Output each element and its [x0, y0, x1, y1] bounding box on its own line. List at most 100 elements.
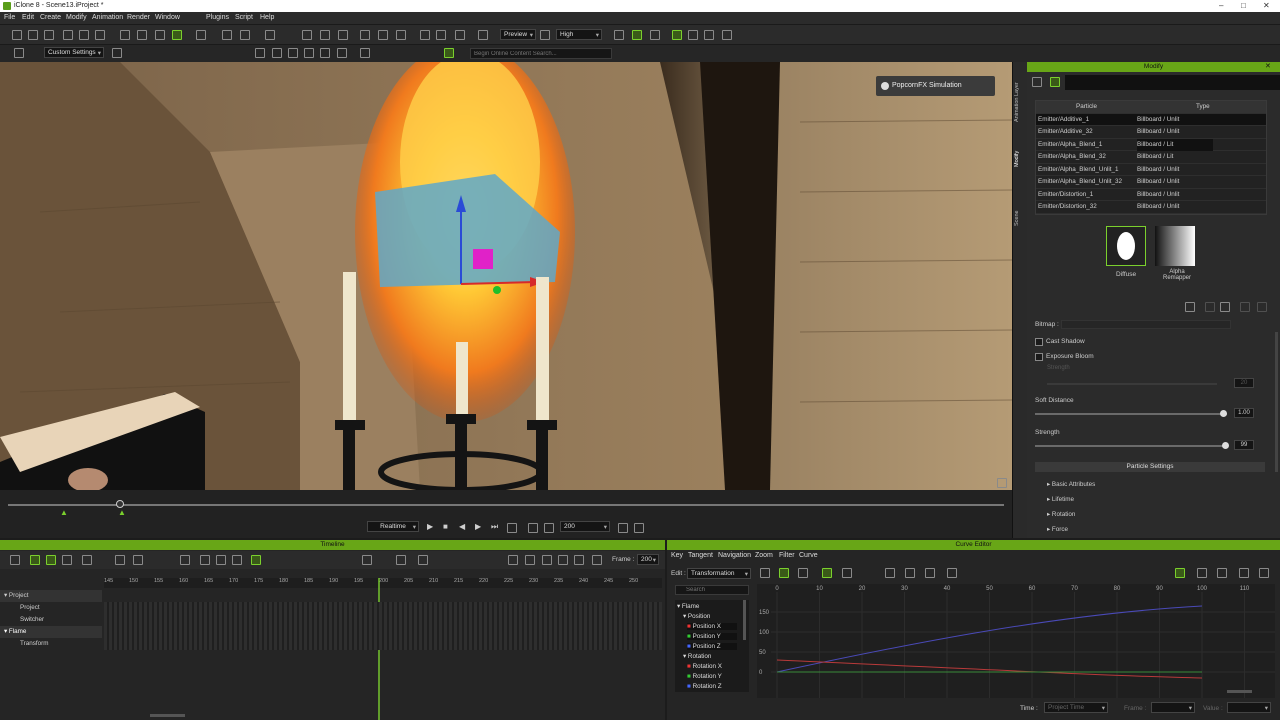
- range-end-marker[interactable]: ▲: [118, 508, 126, 517]
- tab-modify[interactable]: Modify: [1014, 143, 1025, 167]
- collapse-icon[interactable]: [82, 555, 92, 565]
- cast-shadow-checkbox[interactable]: [1035, 338, 1043, 346]
- menu-edit[interactable]: Edit: [22, 14, 34, 21]
- timeline-frame-field[interactable]: 200: [637, 554, 659, 565]
- tool-d-icon[interactable]: [304, 48, 314, 58]
- settings-basic-attributes[interactable]: ▸ Basic Attributes: [1047, 481, 1095, 488]
- tl-stop-icon[interactable]: [525, 555, 535, 565]
- panel-close-icon[interactable]: ✕: [1265, 62, 1271, 70]
- script-icon[interactable]: [704, 30, 714, 40]
- tl-end-icon[interactable]: [574, 555, 584, 565]
- tree-scrollbar[interactable]: [743, 600, 746, 640]
- transition-icon[interactable]: [251, 555, 261, 565]
- new-icon[interactable]: [12, 30, 22, 40]
- time-scrubber-handle[interactable]: [116, 500, 124, 508]
- 3d-viewport[interactable]: PopcornFX Simulation: [0, 62, 1012, 490]
- table-row[interactable]: Emitter/Alpha_Blend_32 Billboard / Lit: [1036, 151, 1266, 164]
- light-icon[interactable]: [378, 30, 388, 40]
- save-icon[interactable]: [44, 30, 54, 40]
- table-row[interactable]: Emitter/Alpha_Blend_Unlit_1 Billboard / U…: [1036, 164, 1266, 176]
- menu-window[interactable]: Window: [155, 14, 180, 21]
- tool-e-icon[interactable]: [337, 48, 347, 58]
- move-icon[interactable]: [172, 30, 182, 40]
- play-icon[interactable]: ▶: [427, 522, 433, 531]
- curve-frame-field[interactable]: [1151, 702, 1195, 713]
- flag-icon[interactable]: [688, 30, 698, 40]
- curve-menu-filter[interactable]: Filter: [779, 552, 795, 559]
- viewport-maximize-icon[interactable]: [997, 478, 1007, 488]
- tool-a-icon[interactable]: [255, 48, 265, 58]
- open-icon[interactable]: [28, 30, 38, 40]
- playback-mode-dropdown[interactable]: Realtime: [367, 521, 419, 532]
- settings-icon[interactable]: [618, 523, 628, 533]
- tool-c-icon[interactable]: [288, 48, 298, 58]
- scale-icon[interactable]: [222, 30, 232, 40]
- grid-icon[interactable]: [420, 30, 430, 40]
- custom-settings-dropdown[interactable]: Custom Settings: [44, 47, 104, 58]
- curve-copy-icon[interactable]: [947, 568, 957, 578]
- flip-icon[interactable]: [133, 555, 143, 565]
- menu-plugins[interactable]: Plugins: [206, 14, 229, 21]
- settings-force[interactable]: ▸ Force: [1047, 526, 1068, 533]
- time-mode-dropdown[interactable]: Project Time: [1044, 702, 1108, 713]
- tree-position-z[interactable]: ■ Position Z: [687, 643, 737, 650]
- table-row[interactable]: Emitter/Alpha_Blend_Unlit_32 Billboard / …: [1036, 176, 1266, 189]
- rotate-icon[interactable]: [196, 30, 206, 40]
- clip-icon[interactable]: [200, 555, 210, 565]
- diffuse-thumbnail[interactable]: [1106, 226, 1146, 266]
- strength-value[interactable]: 99: [1234, 440, 1254, 450]
- quality-icon[interactable]: [540, 30, 550, 40]
- link-icon[interactable]: [302, 30, 312, 40]
- prev-frame-icon[interactable]: ◀: [459, 522, 465, 531]
- menu-script[interactable]: Script: [235, 14, 253, 21]
- tree-position-x[interactable]: ■ Position X: [687, 623, 737, 630]
- menu-render[interactable]: Render: [127, 14, 150, 21]
- render-icon[interactable]: [95, 30, 105, 40]
- properties-icon[interactable]: [1032, 77, 1042, 87]
- delete-texture-icon[interactable]: [1240, 302, 1250, 312]
- texture-grid-icon[interactable]: [1220, 302, 1230, 312]
- popcornfx-icon[interactable]: [632, 30, 642, 40]
- bloom-strength-value[interactable]: 20: [1234, 378, 1254, 388]
- strength-slider[interactable]: [1035, 442, 1230, 449]
- time-scrubber[interactable]: [8, 504, 1004, 506]
- curve-value-field[interactable]: [1227, 702, 1271, 713]
- tool-icon[interactable]: [614, 30, 624, 40]
- pen-icon[interactable]: [722, 30, 732, 40]
- tool-b-icon[interactable]: [272, 48, 282, 58]
- stop-icon[interactable]: ■: [443, 522, 448, 531]
- menu-animation[interactable]: Animation: [92, 14, 123, 21]
- curve-menu-tangent[interactable]: Tangent: [688, 552, 713, 559]
- curve-pan-icon[interactable]: [1217, 568, 1227, 578]
- exposure-bloom-checkbox[interactable]: [1035, 353, 1043, 361]
- quality-dropdown[interactable]: High: [556, 29, 602, 40]
- loop-key-icon[interactable]: [115, 555, 125, 565]
- edit-texture-icon[interactable]: [1205, 302, 1215, 312]
- undo-icon[interactable]: [120, 30, 130, 40]
- menu-help[interactable]: Help: [260, 14, 274, 21]
- table-row[interactable]: Emitter/Distortion_32 Billboard / Unlit: [1036, 201, 1266, 214]
- add-key-icon[interactable]: [46, 555, 56, 565]
- tree-position-y[interactable]: ■ Position Y: [687, 633, 737, 640]
- mode-icon[interactable]: [14, 48, 24, 58]
- curve-filter-icon[interactable]: [760, 568, 770, 578]
- curve-layer-icon[interactable]: [798, 568, 808, 578]
- track-lane[interactable]: [104, 638, 662, 650]
- curve-hscroll[interactable]: [1227, 690, 1252, 693]
- fit-icon[interactable]: [396, 555, 406, 565]
- shading-icon[interactable]: [478, 30, 488, 40]
- curve-graph[interactable]: 0 10 20 30 40 50 60 70 80 90 100 110150100500: [757, 584, 1275, 698]
- curve-scale-icon[interactable]: [842, 568, 852, 578]
- track-project-group[interactable]: ▾ Project: [0, 590, 102, 602]
- pick-icon[interactable]: [240, 30, 250, 40]
- timeline-ruler[interactable]: 145 150 155 160 165 170 175 180 185 190 195 200 205 2…: [104, 578, 662, 588]
- tl-prev-icon[interactable]: [542, 555, 552, 565]
- range-start-marker[interactable]: ▲: [60, 508, 68, 517]
- popcornfx-modify-icon[interactable]: [1050, 77, 1060, 87]
- settings-lifetime[interactable]: ▸ Lifetime: [1047, 496, 1074, 503]
- bitmap-field[interactable]: [1061, 320, 1231, 329]
- zoom-icon[interactable]: [418, 555, 428, 565]
- effect-icon[interactable]: [650, 30, 660, 40]
- render-mode-dropdown[interactable]: Preview: [500, 29, 536, 40]
- minimize-icon[interactable]: –: [1219, 1, 1223, 10]
